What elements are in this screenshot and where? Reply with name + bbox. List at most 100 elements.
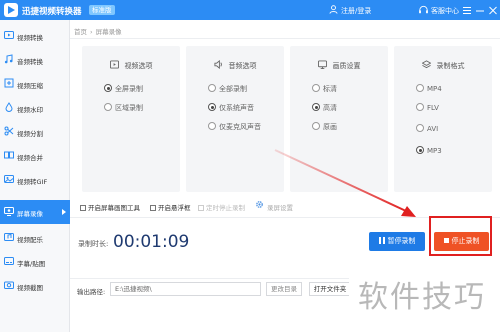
output-path-label: 输出路径: xyxy=(77,288,106,296)
sidebar-item-video-compress[interactable]: 视频压缩 xyxy=(0,72,70,96)
sidebar-item-video-convert[interactable]: 视频转换 xyxy=(0,24,70,48)
watermark-text: 软件技巧 xyxy=(358,280,486,315)
radio-indicator xyxy=(312,84,320,92)
headset-icon[interactable] xyxy=(418,5,429,15)
sidebar-item-video-gif[interactable]: 视频转GIF xyxy=(0,168,70,192)
video-screenshot-icon xyxy=(4,281,14,289)
annotation-highlight-box xyxy=(429,216,492,256)
radio-sd[interactable]: 标清 xyxy=(312,84,337,94)
audio-convert-icon xyxy=(4,54,13,64)
login-link[interactable]: 注册/登录 xyxy=(341,6,371,16)
breadcrumb-current: 屏幕录像 xyxy=(95,28,122,36)
breadcrumb-home[interactable]: 首页 xyxy=(74,28,87,36)
layers-icon xyxy=(421,60,431,69)
sidebar-item-label: 音频转换 xyxy=(17,58,43,66)
checkbox-float-window[interactable]: 开启悬浮框 xyxy=(150,202,191,212)
panel-title: 录制格式 xyxy=(394,60,492,71)
sidebar-item-subtitle[interactable]: 字幕/贴图 xyxy=(0,250,70,274)
checkbox-box xyxy=(198,205,204,211)
speaker-icon xyxy=(213,60,222,69)
radio-indicator xyxy=(208,122,216,130)
checkbox-timed-stop[interactable]: 定时停止录制 xyxy=(198,202,245,212)
support-link[interactable]: 客服中心 xyxy=(431,6,459,16)
video-compress-icon xyxy=(4,78,14,88)
edition-badge: 标准版 xyxy=(89,5,115,15)
video-gif-icon xyxy=(4,175,14,183)
minimize-button[interactable] xyxy=(474,3,486,17)
checkbox-box xyxy=(150,205,156,211)
annotation-arrow xyxy=(274,149,416,217)
gear-icon[interactable] xyxy=(255,200,264,209)
video-options-panel: 视频选项 全屏录制 区域录制 xyxy=(82,46,180,192)
radio-indicator xyxy=(416,124,424,132)
pause-record-button[interactable]: 暂停录制 xyxy=(369,232,425,251)
sidebar-item-label: 视频合并 xyxy=(17,154,43,162)
radio-indicator xyxy=(208,103,216,111)
sidebar-item-video-merge[interactable]: 视频合并 xyxy=(0,144,70,168)
screen-record-icon xyxy=(4,207,14,216)
panel-title: 视频选项 xyxy=(82,60,180,71)
radio-flv[interactable]: FLV xyxy=(416,103,439,113)
radio-indicator xyxy=(104,84,112,92)
sidebar-item-video-music[interactable]: 视频配乐 xyxy=(0,226,70,250)
radio-indicator xyxy=(208,84,216,92)
radio-mp4[interactable]: MP4 xyxy=(416,84,442,94)
subtitle-icon xyxy=(4,257,14,265)
video-split-icon xyxy=(4,126,14,136)
sidebar-item-label: 视频水印 xyxy=(17,106,43,114)
record-duration-label: 录制时长: xyxy=(78,240,109,248)
panel-title: 画质设置 xyxy=(290,60,388,71)
sidebar-item-label: 字幕/贴图 xyxy=(17,260,46,268)
sidebar-item-video-split[interactable]: 视频分割 xyxy=(0,120,70,144)
sidebar-item-label: 视频配乐 xyxy=(17,236,43,244)
checkbox-box xyxy=(80,205,86,211)
radio-indicator xyxy=(312,103,320,111)
open-folder-button[interactable]: 打开文件夹 xyxy=(309,282,351,296)
sidebar: 视频转换 音频转换 视频压缩 视频水印 视频分割 视频合并 视频转GIF 屏幕录… xyxy=(0,20,70,332)
monitor-icon xyxy=(109,60,119,69)
radio-indicator xyxy=(104,103,112,111)
chevron-right-icon xyxy=(62,209,66,215)
display-quality-icon xyxy=(317,60,327,69)
video-music-icon xyxy=(4,233,14,241)
menu-button[interactable] xyxy=(461,3,473,17)
radio-indicator xyxy=(312,122,320,130)
close-icon xyxy=(489,6,497,15)
breadcrumb: 首页 › 屏幕录像 xyxy=(74,26,122,36)
radio-system-sound[interactable]: 仅系统声音 xyxy=(208,103,254,113)
sidebar-item-video-watermark[interactable]: 视频水印 xyxy=(0,96,70,120)
checkbox-draw-tool[interactable]: 开启屏幕画图工具 xyxy=(80,202,140,212)
sidebar-item-label: 视频转换 xyxy=(17,34,43,42)
radio-hd[interactable]: 高清 xyxy=(312,103,337,113)
radio-indicator xyxy=(416,103,424,111)
user-icon[interactable] xyxy=(329,5,338,14)
output-path-field[interactable]: E:\迅捷视频\ xyxy=(110,282,261,296)
sidebar-item-screen-record[interactable]: 屏幕录像 xyxy=(0,200,70,224)
record-duration-value: 00:01:09 xyxy=(113,232,190,252)
video-merge-icon xyxy=(4,151,14,159)
sidebar-item-label: 视频压缩 xyxy=(17,82,43,90)
radio-avi[interactable]: AVI xyxy=(416,124,438,134)
radio-fullscreen[interactable]: 全屏录制 xyxy=(104,84,143,94)
breadcrumb-separator: › xyxy=(90,28,93,36)
sidebar-item-label: 视频转GIF xyxy=(17,178,48,186)
sidebar-item-audio-convert[interactable]: 音频转换 xyxy=(0,48,70,72)
app-title: 迅捷视频转换器 xyxy=(22,7,82,17)
radio-original[interactable]: 原画 xyxy=(312,122,337,132)
panel-title: 音频选项 xyxy=(186,60,284,71)
radio-record-all[interactable]: 全部录制 xyxy=(208,84,247,94)
radio-region[interactable]: 区域录制 xyxy=(104,103,143,113)
pause-icon xyxy=(378,237,385,244)
title-bar: 迅捷视频转换器 标准版 注册/登录 客服中心 xyxy=(0,0,500,20)
app-logo-icon xyxy=(4,3,18,17)
video-convert-icon xyxy=(4,31,14,39)
minimize-icon xyxy=(476,10,484,12)
close-button[interactable] xyxy=(487,3,499,17)
sidebar-item-label: 视频截图 xyxy=(17,284,43,292)
change-directory-button[interactable]: 更改目录 xyxy=(266,282,302,296)
sidebar-item-video-screenshot[interactable]: 视频截图 xyxy=(0,274,70,298)
menu-icon xyxy=(463,7,471,14)
video-watermark-icon xyxy=(5,102,13,112)
radio-microphone[interactable]: 仅麦克风声音 xyxy=(208,122,261,132)
sidebar-item-label: 屏幕录像 xyxy=(17,210,43,218)
